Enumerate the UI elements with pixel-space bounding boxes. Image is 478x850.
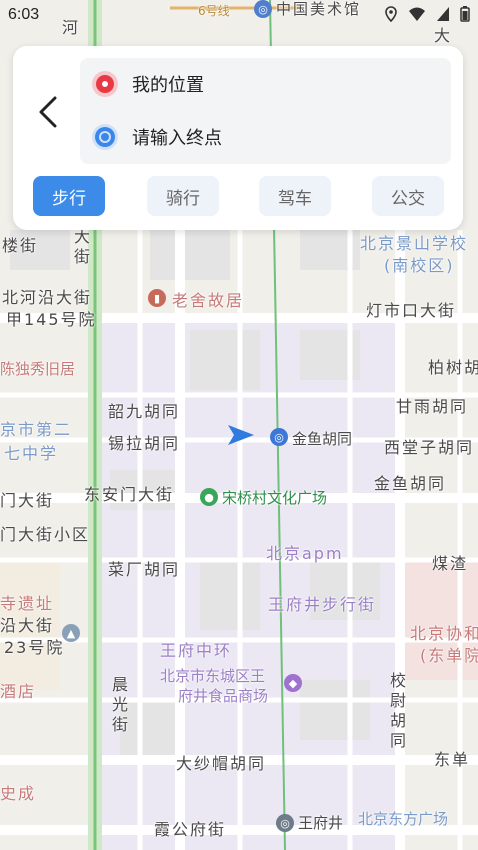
map-label-dashamao: 大纱帽胡同 [176,754,267,773]
map-label-no23: 23号院 [4,638,65,657]
map-label-ganyu: 甘雨胡同 [396,397,469,416]
map-label-dengshikou: 灯市口大街 [366,301,457,320]
route-input-box: 我的位置 请输入终点 [80,58,451,164]
museum-poi-icon: ▮ [148,289,166,307]
map-label-menda: 门大街 [0,491,55,510]
plaza-icon: ● [200,488,218,506]
travel-mode-tabs: 步行 骑行 驾车 公交 [33,176,463,216]
location-status-icon [385,6,397,22]
destination-input[interactable]: 请输入终点 [92,117,432,157]
back-arrow-icon [39,96,57,128]
map-label-jingshan: 北京景山学校 [360,234,469,253]
map-label-walkstreet: 王府井步行街 [268,595,377,614]
map-label-xiehe: 北京协和 [410,624,478,643]
map-label-meizha: 煤渣 [432,554,469,573]
map-label-dongdan-hosp: (东单院 [420,646,478,665]
end-point-icon [92,124,118,150]
map-label-jia145: 甲145号院 [6,310,97,329]
map-label-shaojiu: 韶九胡同 [108,402,181,421]
map-label-jinyu-poi: 金鱼胡同 [292,430,353,448]
bank-icon: ▲ [62,624,80,642]
battery-icon [460,6,470,22]
status-bar: 6:03 [0,0,478,30]
map-label-yan-dajie: 沿大街 [0,616,55,635]
map-label-wangfujing-stn: 王府井 [298,814,344,832]
map-label-xitangzi: 西堂子胡同 [384,438,475,457]
map-label-dajie-xiaoqu: 门大街小区 [0,525,91,544]
subway-station-icon-2: ◎ [276,814,294,832]
map-label-xiaowei: 校尉胡同 [387,672,406,752]
map-label-foodmall-a: 北京市东城区王 [160,667,266,685]
map-label-jinyu-street: 金鱼胡同 [374,474,447,493]
tab-transit[interactable]: 公交 [372,176,444,216]
map-label-xiagongfu: 霞公府街 [154,820,227,839]
map-label-caichang: 菜厂胡同 [108,560,181,579]
map-label-ruins: 寺遗址 [0,594,55,613]
back-button[interactable] [35,92,63,132]
shopping-icon: ◆ [284,674,302,692]
tab-walk[interactable]: 步行 [33,176,105,216]
start-location-label: 我的位置 [132,75,204,96]
route-panel: 我的位置 请输入终点 步行 骑行 驾车 公交 [13,46,463,230]
map-label-xila: 锡拉胡同 [108,434,181,453]
map-label-beiheyan: 北河沿大街 [2,288,93,307]
map-label-jiudian: 酒店 [0,682,37,701]
wifi-icon [409,7,425,21]
map-label-chenduxiu: 陈独秀旧居 [0,360,76,378]
status-time: 6:03 [8,6,40,23]
status-icons [384,6,470,22]
map-label-laoshe: 老舍故居 [172,291,245,310]
signal-icon [437,7,449,21]
tab-bike[interactable]: 骑行 [147,176,219,216]
tab-drive[interactable]: 驾车 [259,176,331,216]
map-label-dongfang: 北京东方广场 [358,810,449,828]
map-label-wangfu-ring: 王府中环 [160,641,233,660]
map-label-school-a: 京市第二 [0,420,73,439]
subway-station-icon: ◎ [270,428,288,446]
map-label-donganmen: 东安门大街 [84,485,175,504]
start-point-icon [92,71,118,97]
map-label-loujie: 楼街 [2,236,39,255]
destination-placeholder: 请输入终点 [132,128,222,149]
map-label-jingshan-sub: (南校区) [384,256,455,275]
start-location-field[interactable]: 我的位置 [92,64,432,104]
map-label-school-b: 七中学 [4,444,59,463]
map-label-apm: 北京apm [266,544,344,563]
map-label-songqiao: 宋桥村文化广场 [222,489,328,507]
map-label-baishu: 柏树胡 [428,358,478,377]
map-label-foodmall-b: 府井食品商场 [178,687,269,705]
map-label-dongdan-st: 东单 [434,750,471,769]
map-label-chenguang: 晨光街 [109,676,128,736]
map-label-dajie-vert: 大街 [71,228,90,268]
map-label-shicheng: 史成 [0,784,37,803]
current-location-icon [228,425,254,445]
